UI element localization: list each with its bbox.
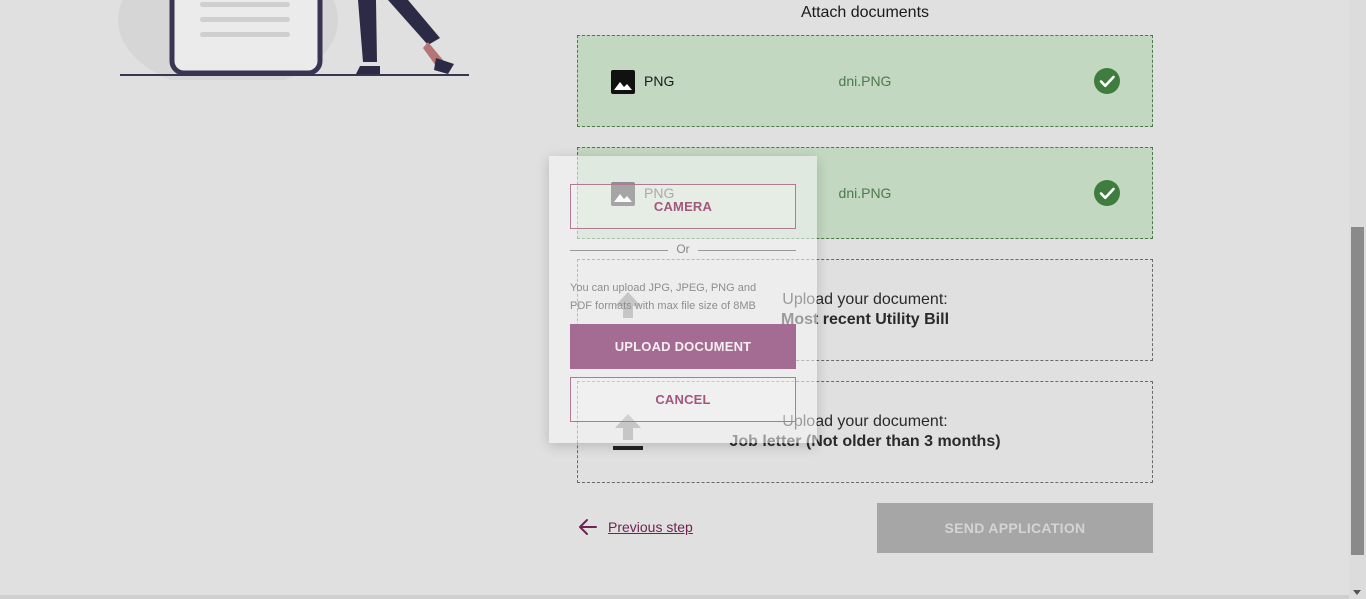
file-type: PNG (644, 73, 675, 89)
document-illustration (118, 0, 469, 80)
section-title: Attach documents (800, 4, 930, 21)
scroll-down-arrow-icon[interactable] (1353, 590, 1361, 595)
vertical-scrollbar[interactable] (1349, 0, 1366, 599)
upload-document-button[interactable]: UPLOAD DOCUMENT (570, 324, 796, 369)
file-format-hint: You can upload JPG, JPEG, PNG and PDF fo… (570, 282, 757, 312)
scrollbar-thumb[interactable] (1351, 227, 1364, 555)
cancel-button[interactable]: CANCEL (570, 377, 796, 422)
uploaded-document-card[interactable]: PNG dni.PNG (577, 35, 1153, 127)
check-circle-icon (1094, 180, 1120, 206)
camera-button[interactable]: CAMERA (570, 184, 796, 229)
check-circle-icon (1094, 68, 1120, 94)
upload-options-dialog: CAMERA Or You can upload JPG, JPEG, PNG … (549, 156, 817, 443)
divider-label: Or (676, 242, 690, 256)
image-file-icon (611, 70, 635, 94)
send-application-button[interactable]: SEND APPLICATION (877, 503, 1153, 553)
previous-step-link[interactable]: Previous step (578, 517, 693, 537)
previous-step-label: Previous step (608, 519, 693, 535)
page: Attach documents PNG dni.PNG PNG dni.PNG (0, 0, 1366, 599)
or-divider: Or (570, 242, 796, 257)
horizontal-scrollbar (0, 595, 1349, 599)
arrow-left-icon (579, 519, 597, 535)
